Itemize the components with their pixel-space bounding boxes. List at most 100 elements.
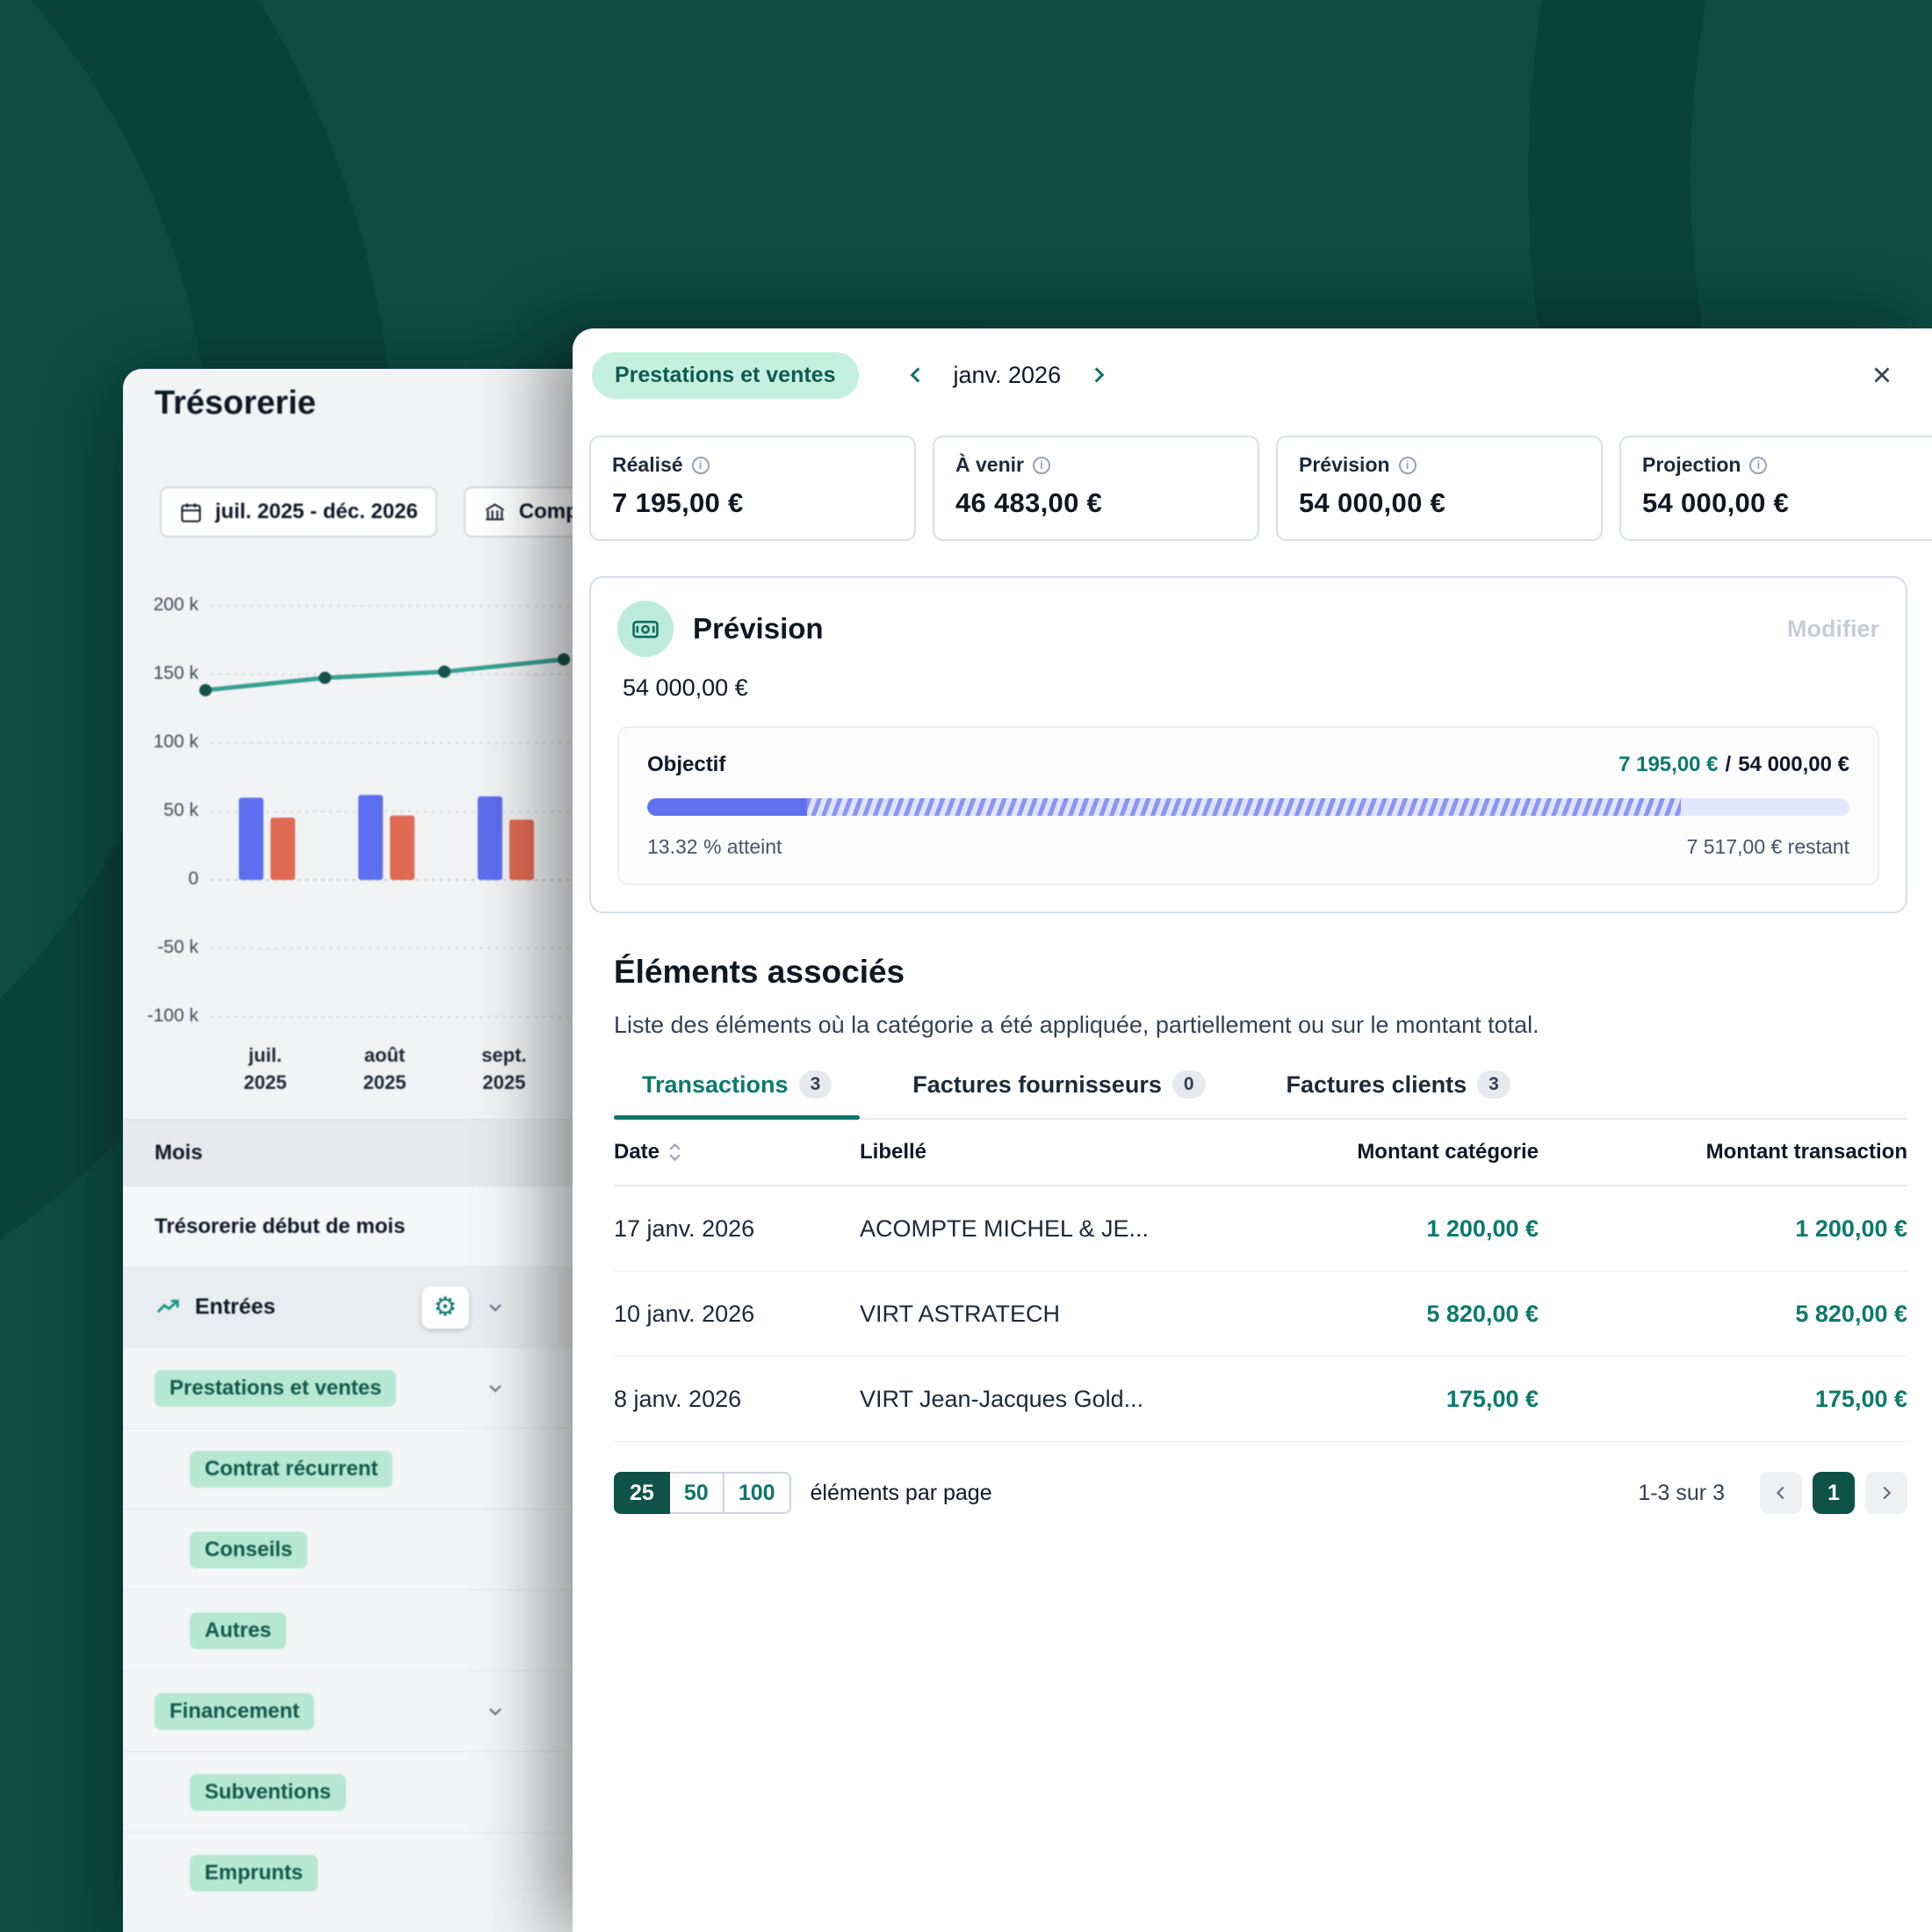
tab-count-badge: 3 bbox=[798, 1071, 833, 1099]
info-icon[interactable] bbox=[691, 456, 710, 474]
cell-libelle: ACOMPTE MICHEL & JE... bbox=[860, 1215, 1150, 1242]
category-pill[interactable]: Prestations et ventes bbox=[155, 1369, 397, 1407]
section-title: Éléments associés bbox=[614, 954, 905, 990]
range-label: 1-3 sur 3 bbox=[1638, 1480, 1725, 1505]
cell-montant-transaction: 1 200,00 € bbox=[1795, 1215, 1907, 1242]
stat-label: Projection bbox=[1642, 453, 1741, 476]
prev-page-button[interactable] bbox=[1760, 1472, 1802, 1514]
stat-value: 7 195,00 € bbox=[612, 487, 744, 518]
objective-values: 7 195,00 € / 54 000,00 € bbox=[1618, 753, 1849, 777]
stat-value: 54 000,00 € bbox=[1299, 487, 1446, 518]
amount-separator: / bbox=[1725, 753, 1732, 776]
page-size-selector: 25 50 100 bbox=[614, 1472, 791, 1514]
x-axis-label: juil. 2025 bbox=[243, 1044, 287, 1093]
target-amount: 54 000,00 € bbox=[1738, 753, 1849, 776]
stat-value: 54 000,00 € bbox=[1642, 487, 1790, 518]
page-size-50[interactable]: 50 bbox=[669, 1472, 724, 1514]
modify-link[interactable]: Modifier bbox=[1787, 616, 1879, 643]
chevron-down-icon[interactable] bbox=[485, 1297, 506, 1318]
stat-cards: Réalisé 7 195,00 € À venir 46 483,00 € P… bbox=[573, 413, 1932, 541]
achieved-amount: 7 195,00 € bbox=[1618, 753, 1719, 776]
cell-montant-transaction: 175,00 € bbox=[1814, 1385, 1907, 1412]
cell-date: 10 janv. 2026 bbox=[614, 1300, 755, 1327]
row-label: Entrées bbox=[195, 1294, 276, 1319]
stat-value: 46 483,00 € bbox=[955, 487, 1103, 518]
category-detail-panel: Prestations et ventes janv. 2026 Réalisé… bbox=[573, 328, 1932, 1932]
chevron-down-icon[interactable] bbox=[485, 1378, 506, 1399]
column-header-libelle: Libellé bbox=[860, 1140, 927, 1164]
page-size-25[interactable]: 25 bbox=[614, 1472, 670, 1514]
category-badge: Prestations et ventes bbox=[592, 351, 859, 399]
table-row[interactable]: 10 janv. 2026 VIRT ASTRATECH 5 820,00 € … bbox=[614, 1272, 1907, 1357]
cell-montant-categorie: 5 820,00 € bbox=[1426, 1300, 1539, 1327]
stat-card-prevision: Prévision 54 000,00 € bbox=[1276, 436, 1603, 541]
pagination: 25 50 100 éléments par page 1-3 sur 3 1 bbox=[614, 1472, 1907, 1514]
row-label: Trésorerie début de mois bbox=[155, 1214, 406, 1238]
treasury-toolbar: juil. 2025 - déc. 2026 Comp bbox=[160, 487, 598, 537]
table-header: Date Libellé Montant catégorie Montant t… bbox=[614, 1120, 1907, 1186]
stat-card-projection: Projection 54 000,00 € bbox=[1619, 436, 1932, 541]
stat-card-realise: Réalisé 7 195,00 € bbox=[589, 436, 916, 541]
tab-factures-fournisseurs[interactable]: Factures fournisseurs 0 bbox=[884, 1071, 1233, 1118]
column-header-date: Date bbox=[614, 1140, 660, 1164]
sort-icon[interactable] bbox=[668, 1142, 681, 1163]
info-icon[interactable] bbox=[1398, 456, 1417, 474]
column-header-montant-categorie: Montant catégorie bbox=[1357, 1140, 1539, 1164]
next-month-button[interactable] bbox=[1080, 357, 1117, 393]
table-row[interactable]: 8 janv. 2026 VIRT Jean-Jacques Gold... 1… bbox=[614, 1357, 1907, 1442]
accounts-label: Comp bbox=[518, 500, 579, 523]
category-pill[interactable]: Financement bbox=[155, 1692, 315, 1730]
objective-box: Objectif 7 195,00 € / 54 000,00 € 13.32 % … bbox=[617, 726, 1879, 885]
page-size-100[interactable]: 100 bbox=[724, 1472, 791, 1514]
tabs: Transactions 3 Factures fournisseurs 0 F… bbox=[614, 1071, 1907, 1120]
wallet-icon bbox=[617, 601, 674, 657]
cell-montant-categorie: 175,00 € bbox=[1445, 1385, 1539, 1412]
per-page-label: éléments par page bbox=[810, 1480, 992, 1505]
calendar-icon bbox=[179, 501, 203, 524]
panel-header: Prestations et ventes janv. 2026 bbox=[573, 328, 1932, 413]
tab-transactions[interactable]: Transactions 3 bbox=[614, 1071, 861, 1120]
chevron-down-icon[interactable] bbox=[485, 1701, 506, 1722]
bank-icon bbox=[483, 501, 507, 524]
tab-count-badge: 3 bbox=[1477, 1071, 1510, 1099]
progress-projected bbox=[807, 798, 1682, 816]
tab-count-badge: 0 bbox=[1171, 1071, 1206, 1099]
info-icon[interactable] bbox=[1749, 456, 1768, 474]
date-range-button[interactable]: juil. 2025 - déc. 2026 bbox=[160, 487, 437, 537]
close-button[interactable] bbox=[1864, 357, 1900, 393]
stat-card-a-venir: À venir 46 483,00 € bbox=[933, 436, 1259, 541]
prevision-card: Prévision Modifier 54 000,00 € Objectif … bbox=[589, 576, 1907, 913]
cell-libelle: VIRT Jean-Jacques Gold... bbox=[860, 1385, 1144, 1412]
row-label: Mois bbox=[155, 1140, 203, 1164]
next-page-button[interactable] bbox=[1865, 1472, 1907, 1514]
table-row[interactable]: 17 janv. 2026 ACOMPTE MICHEL & JE... 1 2… bbox=[614, 1186, 1907, 1272]
category-pill[interactable]: Autres bbox=[190, 1611, 287, 1649]
tab-label: Transactions bbox=[642, 1071, 789, 1098]
percent-achieved-text: 13.32 % atteint bbox=[647, 835, 782, 858]
cell-montant-transaction: 5 820,00 € bbox=[1795, 1300, 1907, 1327]
category-pill[interactable]: Conseils bbox=[190, 1531, 308, 1568]
cell-montant-categorie: 1 200,00 € bbox=[1426, 1215, 1539, 1242]
category-pill[interactable]: Subventions bbox=[190, 1773, 347, 1811]
settings-gear-button[interactable] bbox=[422, 1286, 469, 1329]
section-description: Liste des éléments où la catégorie a été… bbox=[614, 1012, 1539, 1038]
prevision-amount: 54 000,00 € bbox=[623, 674, 748, 701]
cell-date: 8 janv. 2026 bbox=[614, 1385, 742, 1412]
category-pill[interactable]: Emprunts bbox=[190, 1854, 319, 1892]
trending-up-icon bbox=[155, 1294, 181, 1321]
info-icon[interactable] bbox=[1032, 456, 1050, 474]
date-range-label: juil. 2025 - déc. 2026 bbox=[215, 500, 418, 523]
page-1-button[interactable]: 1 bbox=[1813, 1472, 1855, 1514]
prev-month-button[interactable] bbox=[898, 357, 934, 393]
stat-label: Réalisé bbox=[612, 453, 683, 476]
category-pill[interactable]: Contrat récurrent bbox=[190, 1450, 393, 1488]
stat-label: Prévision bbox=[1299, 453, 1390, 476]
objective-progress-bar bbox=[647, 798, 1849, 816]
tab-factures-clients[interactable]: Factures clients 3 bbox=[1258, 1071, 1539, 1118]
month-label: janv. 2026 bbox=[953, 361, 1062, 388]
stat-label: À venir bbox=[955, 453, 1024, 476]
x-axis-label: sept. 2025 bbox=[481, 1044, 527, 1093]
cell-date: 17 janv. 2026 bbox=[614, 1215, 755, 1242]
x-axis-label: août 2025 bbox=[363, 1044, 407, 1093]
tab-label: Factures clients bbox=[1286, 1071, 1467, 1098]
